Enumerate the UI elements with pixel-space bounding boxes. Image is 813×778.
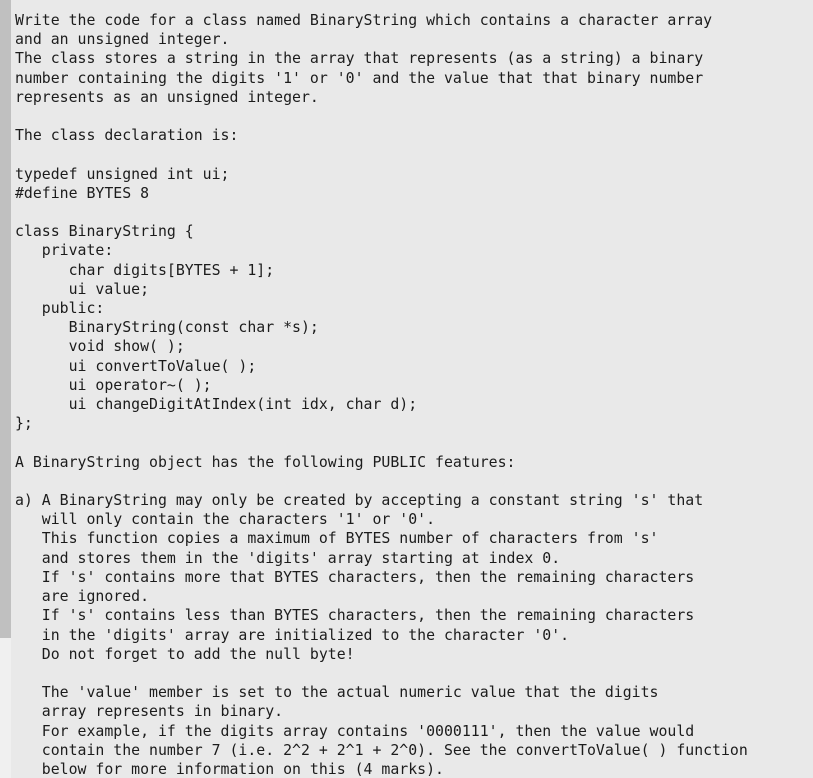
question-text: Write the code for a class named BinaryS… (15, 11, 748, 778)
scrollbar-thumb[interactable] (0, 0, 11, 638)
document-content-area: Write the code for a class named BinaryS… (11, 0, 813, 778)
vertical-scrollbar[interactable] (0, 0, 11, 778)
document-viewer: Write the code for a class named BinaryS… (0, 0, 813, 778)
